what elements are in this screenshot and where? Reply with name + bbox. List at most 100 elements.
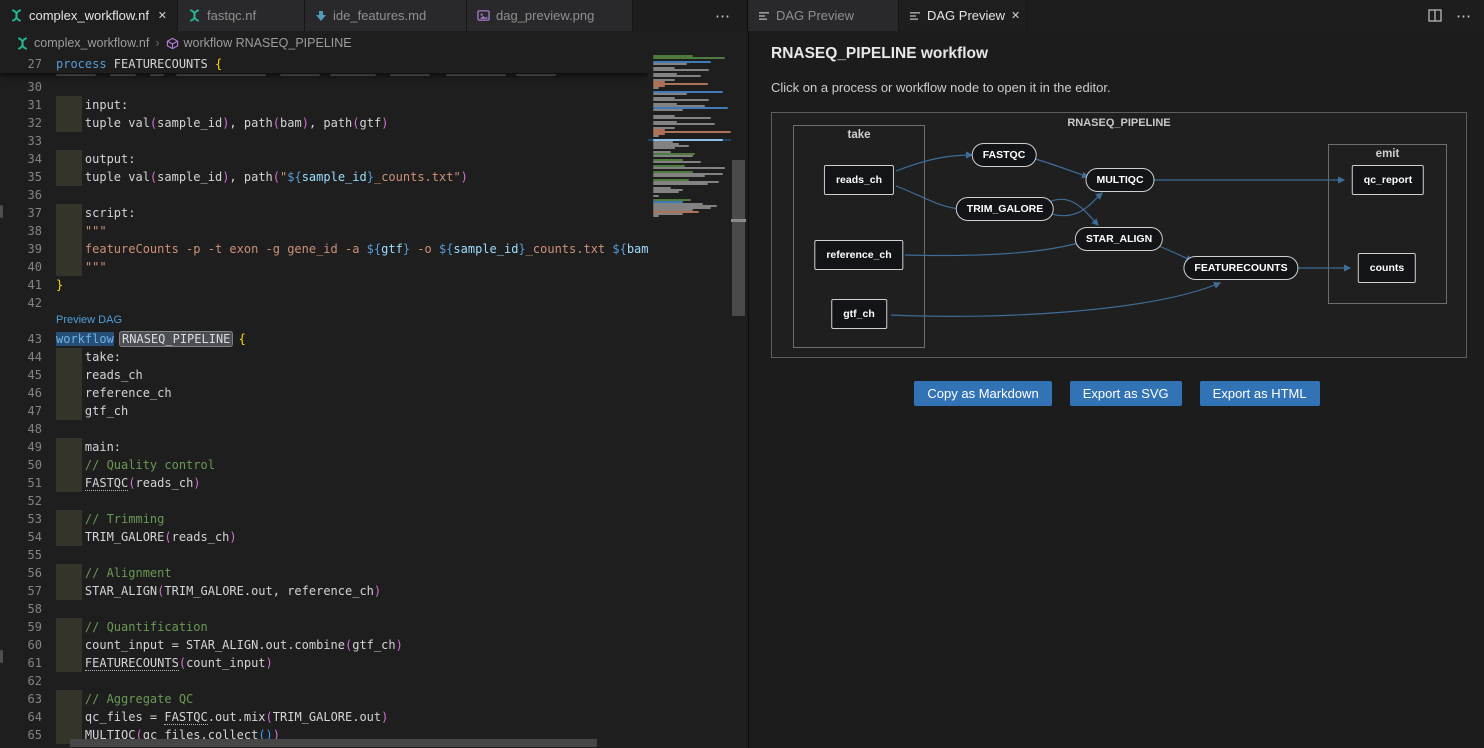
panel-subtitle: Click on a process or workflow node to o…	[771, 80, 1111, 95]
code-line[interactable]: 37 script:	[0, 204, 648, 222]
vertical-scrollbar-thumb[interactable]	[732, 160, 745, 316]
code-line[interactable]: 64 qc_files = FASTQC.out.mix(TRIM_GALORE…	[0, 708, 648, 726]
copy-as-markdown-button[interactable]: Copy as Markdown	[914, 381, 1051, 406]
code-line[interactable]: 39 featureCounts -p -t exon -g gene_id -…	[0, 240, 648, 258]
code-line[interactable]: 50 // Quality control	[0, 456, 648, 474]
code-line[interactable]: 62	[0, 672, 648, 690]
code-line[interactable]: 41}	[0, 276, 648, 294]
tab-dag-preview-png[interactable]: dag_preview.png	[467, 0, 633, 31]
code-line[interactable]: 55	[0, 546, 648, 564]
tab-label: ide_features.md	[333, 8, 426, 23]
code-line[interactable]: 56 // Alignment	[0, 564, 648, 582]
panel-tab-dag-preview-1[interactable]: DAG Preview	[748, 0, 899, 31]
preview-icon	[758, 10, 770, 22]
split-editor-icon[interactable]	[1428, 9, 1442, 22]
code-line[interactable]: 57 STAR_ALIGN(TRIM_GALORE.out, reference…	[0, 582, 648, 600]
dag-node-qc-report[interactable]: qc_report	[1352, 165, 1424, 195]
code-line[interactable]: 31 input:	[0, 96, 648, 114]
code-line[interactable]: 36	[0, 186, 648, 204]
code-editor[interactable]: 27process FEATURECOUNTS { 3031 input:32 t…	[0, 55, 747, 748]
line-number: 66	[0, 744, 42, 748]
code-line[interactable]: 32 tuple val(sample_id), path(bam), path…	[0, 114, 648, 132]
code-line[interactable]: 30	[0, 78, 648, 96]
dag-node-gtf-ch[interactable]: gtf_ch	[831, 299, 887, 329]
code-line[interactable]: 48	[0, 420, 648, 438]
line-number: 35	[0, 168, 42, 186]
ide-window: { "tabs_left": [ {"label":"complex_workf…	[0, 0, 1484, 748]
code-text: take:	[56, 348, 121, 366]
code-line[interactable]: 53 // Trimming	[0, 510, 648, 528]
code-text: // Alignment	[56, 564, 172, 582]
dag-node-featurecounts[interactable]: FEATURECOUNTS	[1183, 256, 1298, 280]
tab-fastqc-nf[interactable]: fastqc.nf	[178, 0, 305, 31]
panel-tab-dag-preview-2[interactable]: DAG Preview✕	[899, 0, 1027, 31]
dag-node-reference-ch[interactable]: reference_ch	[814, 240, 903, 270]
export-as-svg-button[interactable]: Export as SVG	[1070, 381, 1182, 406]
minimap[interactable]	[648, 55, 731, 748]
code-text: input:	[56, 96, 128, 114]
line-number: 49	[0, 438, 42, 456]
code-line[interactable]: 40 """	[0, 258, 648, 276]
markdown-icon	[315, 10, 327, 22]
code-line[interactable]: 42	[0, 294, 648, 312]
code-area[interactable]: 27process FEATURECOUNTS { 3031 input:32 t…	[0, 55, 648, 748]
code-line[interactable]: 63 // Aggregate QC	[0, 690, 648, 708]
code-line[interactable]: 52	[0, 492, 648, 510]
line-number: 40	[0, 258, 42, 276]
close-icon[interactable]: ✕	[1011, 9, 1020, 22]
breadcrumb-file[interactable]: complex_workflow.nf	[16, 36, 149, 50]
code-line[interactable]: 60 count_input = STAR_ALIGN.out.combine(…	[0, 636, 648, 654]
code-text: """	[56, 258, 107, 276]
tab-complex-workflow-nf[interactable]: complex_workflow.nf✕	[0, 0, 178, 31]
dag-node-trim-galore[interactable]: TRIM_GALORE	[956, 197, 1054, 221]
tab-label: dag_preview.png	[496, 8, 594, 23]
code-line[interactable]: 47 gtf_ch	[0, 402, 648, 420]
panel-actions: ⋯	[1428, 0, 1484, 31]
code-line[interactable]: 46 reference_ch	[0, 384, 648, 402]
code-line[interactable]: 61 FEATURECOUNTS(count_input)	[0, 654, 648, 672]
line-number: 44	[0, 348, 42, 366]
code-line[interactable]: 49 main:	[0, 438, 648, 456]
line-number: 46	[0, 384, 42, 402]
code-line[interactable]: 44 take:	[0, 348, 648, 366]
code-text: }	[56, 276, 63, 294]
sticky-scroll-line[interactable]: 27process FEATURECOUNTS {	[0, 55, 648, 73]
clipped-line	[0, 73, 648, 78]
line-number: 52	[0, 492, 42, 510]
code-line[interactable]: 38 """	[0, 222, 648, 240]
tab-label: DAG Preview	[776, 8, 854, 23]
code-text: main:	[56, 438, 121, 456]
line-number: 39	[0, 240, 42, 258]
nextflow-icon	[188, 9, 201, 22]
dag-node-fastqc[interactable]: FASTQC	[972, 143, 1037, 167]
code-line[interactable]: 33	[0, 132, 648, 150]
dag-node-counts[interactable]: counts	[1358, 253, 1416, 283]
dag-node-reads-ch[interactable]: reads_ch	[824, 165, 894, 195]
code-line[interactable]: 51 FASTQC(reads_ch)	[0, 474, 648, 492]
code-line[interactable]: 43workflow RNASEQ_PIPELINE {	[0, 330, 648, 348]
code-line[interactable]: 45 reads_ch	[0, 366, 648, 384]
dag-node-multiqc[interactable]: MULTIQC	[1085, 168, 1154, 192]
code-line[interactable]: 54 TRIM_GALORE(reads_ch)	[0, 528, 648, 546]
line-number: 41	[0, 276, 42, 294]
export-as-html-button[interactable]: Export as HTML	[1200, 381, 1320, 406]
code-line[interactable]: 34 output:	[0, 150, 648, 168]
code-line[interactable]: 35 tuple val(sample_id), path("${sample_…	[0, 168, 648, 186]
dag-edge-fastqc-to-multiqc	[1032, 158, 1088, 177]
code-line[interactable]: 58	[0, 600, 648, 618]
codelens-preview-dag-link[interactable]: Preview DAG	[0, 312, 648, 330]
code-line[interactable]: 59 // Quantification	[0, 618, 648, 636]
more-actions-icon[interactable]: ⋯	[1456, 7, 1472, 25]
close-icon[interactable]: ✕	[158, 9, 167, 22]
editor-tab-strip: complex_workflow.nf✕fastqc.nf ide_feature…	[0, 0, 747, 31]
line-number: 60	[0, 636, 42, 654]
code-text: // Aggregate QC	[56, 690, 193, 708]
line-number: 63	[0, 690, 42, 708]
more-actions-icon[interactable]: ⋯	[715, 7, 731, 25]
breadcrumb: complex_workflow.nf › workflow RNASEQ_PI…	[0, 31, 747, 55]
dag-node-star-align[interactable]: STAR_ALIGN	[1075, 227, 1163, 251]
breadcrumb-symbol[interactable]: workflow RNASEQ_PIPELINE	[166, 36, 352, 50]
vertical-scrollbar[interactable]	[731, 55, 746, 748]
tab-ide-features-md[interactable]: ide_features.md	[305, 0, 467, 31]
horizontal-scrollbar-thumb[interactable]	[70, 739, 597, 747]
